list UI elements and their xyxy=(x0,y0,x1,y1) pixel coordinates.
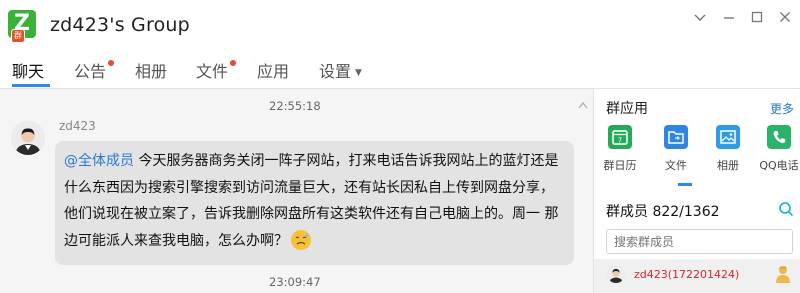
more-apps-link[interactable]: 更多 xyxy=(770,100,794,117)
tab-files[interactable]: 文件 xyxy=(196,58,236,82)
avatar xyxy=(607,265,625,283)
logo-badge: 群 xyxy=(11,29,25,43)
folder-icon xyxy=(664,125,688,149)
tab-apps-label: 应用 xyxy=(257,62,290,81)
app-album-label: 相册 xyxy=(717,159,739,172)
app-files-label: 文件 xyxy=(665,159,687,172)
phone-icon xyxy=(767,125,791,149)
member-count: 群成员 822/1362 xyxy=(606,201,720,221)
svg-text:7: 7 xyxy=(618,137,622,145)
scroll-up-icon[interactable] xyxy=(578,94,588,109)
owner-icon xyxy=(774,264,792,284)
message-timestamp: 23:09:47 xyxy=(269,275,321,289)
member-search-input[interactable] xyxy=(606,229,793,254)
tab-files-label: 文件 xyxy=(196,62,229,81)
tab-apps[interactable]: 应用 xyxy=(257,58,289,82)
message-timestamp: 22:55:18 xyxy=(269,99,321,113)
unread-dot xyxy=(230,60,236,66)
sweat-emoji-icon xyxy=(290,229,312,251)
sender-name[interactable]: zd423 xyxy=(59,119,96,133)
group-side-panel: 群应用 更多 7 群日历 文件 相册 QQ电话 群成员 822/1362 搜索群… xyxy=(594,89,800,293)
photo-icon xyxy=(716,125,740,149)
app-qq-call-label: QQ电话 xyxy=(759,159,799,172)
chevron-down-icon: ▼ xyxy=(355,68,362,78)
active-tab-indicator xyxy=(12,84,50,87)
unread-dot xyxy=(108,60,114,66)
avatar[interactable] xyxy=(11,121,45,155)
app-files[interactable]: 文件 xyxy=(656,125,696,173)
close-icon[interactable] xyxy=(778,10,792,24)
members-heading: 群成员 xyxy=(606,204,648,220)
title-bar: Z 群 zd423's Group xyxy=(0,0,800,50)
maximize-icon[interactable] xyxy=(750,10,764,24)
member-name: zd423(172201424) xyxy=(634,268,740,281)
tab-album-label: 相册 xyxy=(135,62,168,81)
apps-heading: 群应用 xyxy=(606,101,648,117)
message-text: @全体成员 今天服务器商务关闭一阵子网站，打来电话告诉我网站上的蓝灯还是什么东西… xyxy=(64,148,564,254)
tab-announcement-label: 公告 xyxy=(74,62,107,81)
tab-settings[interactable]: 设置 ▼ xyxy=(319,58,362,82)
tab-chat[interactable]: 聊天 xyxy=(12,58,44,82)
tab-announcement[interactable]: 公告 xyxy=(74,58,114,82)
tab-settings-label: 设置 xyxy=(319,62,352,81)
tab-album[interactable]: 相册 xyxy=(135,58,167,82)
search-icon[interactable] xyxy=(778,201,794,217)
member-count-value: 822/1362 xyxy=(652,204,720,220)
member-list-item[interactable]: zd423(172201424) xyxy=(594,259,800,293)
app-qq-call[interactable]: QQ电话 xyxy=(759,125,799,173)
chat-history[interactable]: 22:55:18 zd423 @全体成员 今天服务器商务关闭一阵子网站，打来电话… xyxy=(0,89,593,293)
minimize-icon[interactable] xyxy=(722,10,736,24)
window-title: zd423's Group xyxy=(50,14,190,36)
settings-dropdown-icon[interactable] xyxy=(693,10,707,24)
group-logo-icon: Z 群 xyxy=(8,10,42,44)
tab-bar: 聊天 公告 相册 文件 应用 设置 ▼ xyxy=(0,50,800,88)
mention-all[interactable]: @全体成员 xyxy=(64,153,134,169)
app-album[interactable]: 相册 xyxy=(708,125,748,173)
calendar-icon: 7 xyxy=(608,125,632,149)
message-bubble[interactable]: @全体成员 今天服务器商务关闭一阵子网站，打来电话告诉我网站上的蓝灯还是什么东西… xyxy=(55,141,574,265)
app-calendar-label: 群日历 xyxy=(603,159,637,172)
app-calendar[interactable]: 7 群日历 xyxy=(600,125,640,173)
apps-page-indicator xyxy=(678,183,692,186)
tab-chat-label: 聊天 xyxy=(12,62,45,81)
